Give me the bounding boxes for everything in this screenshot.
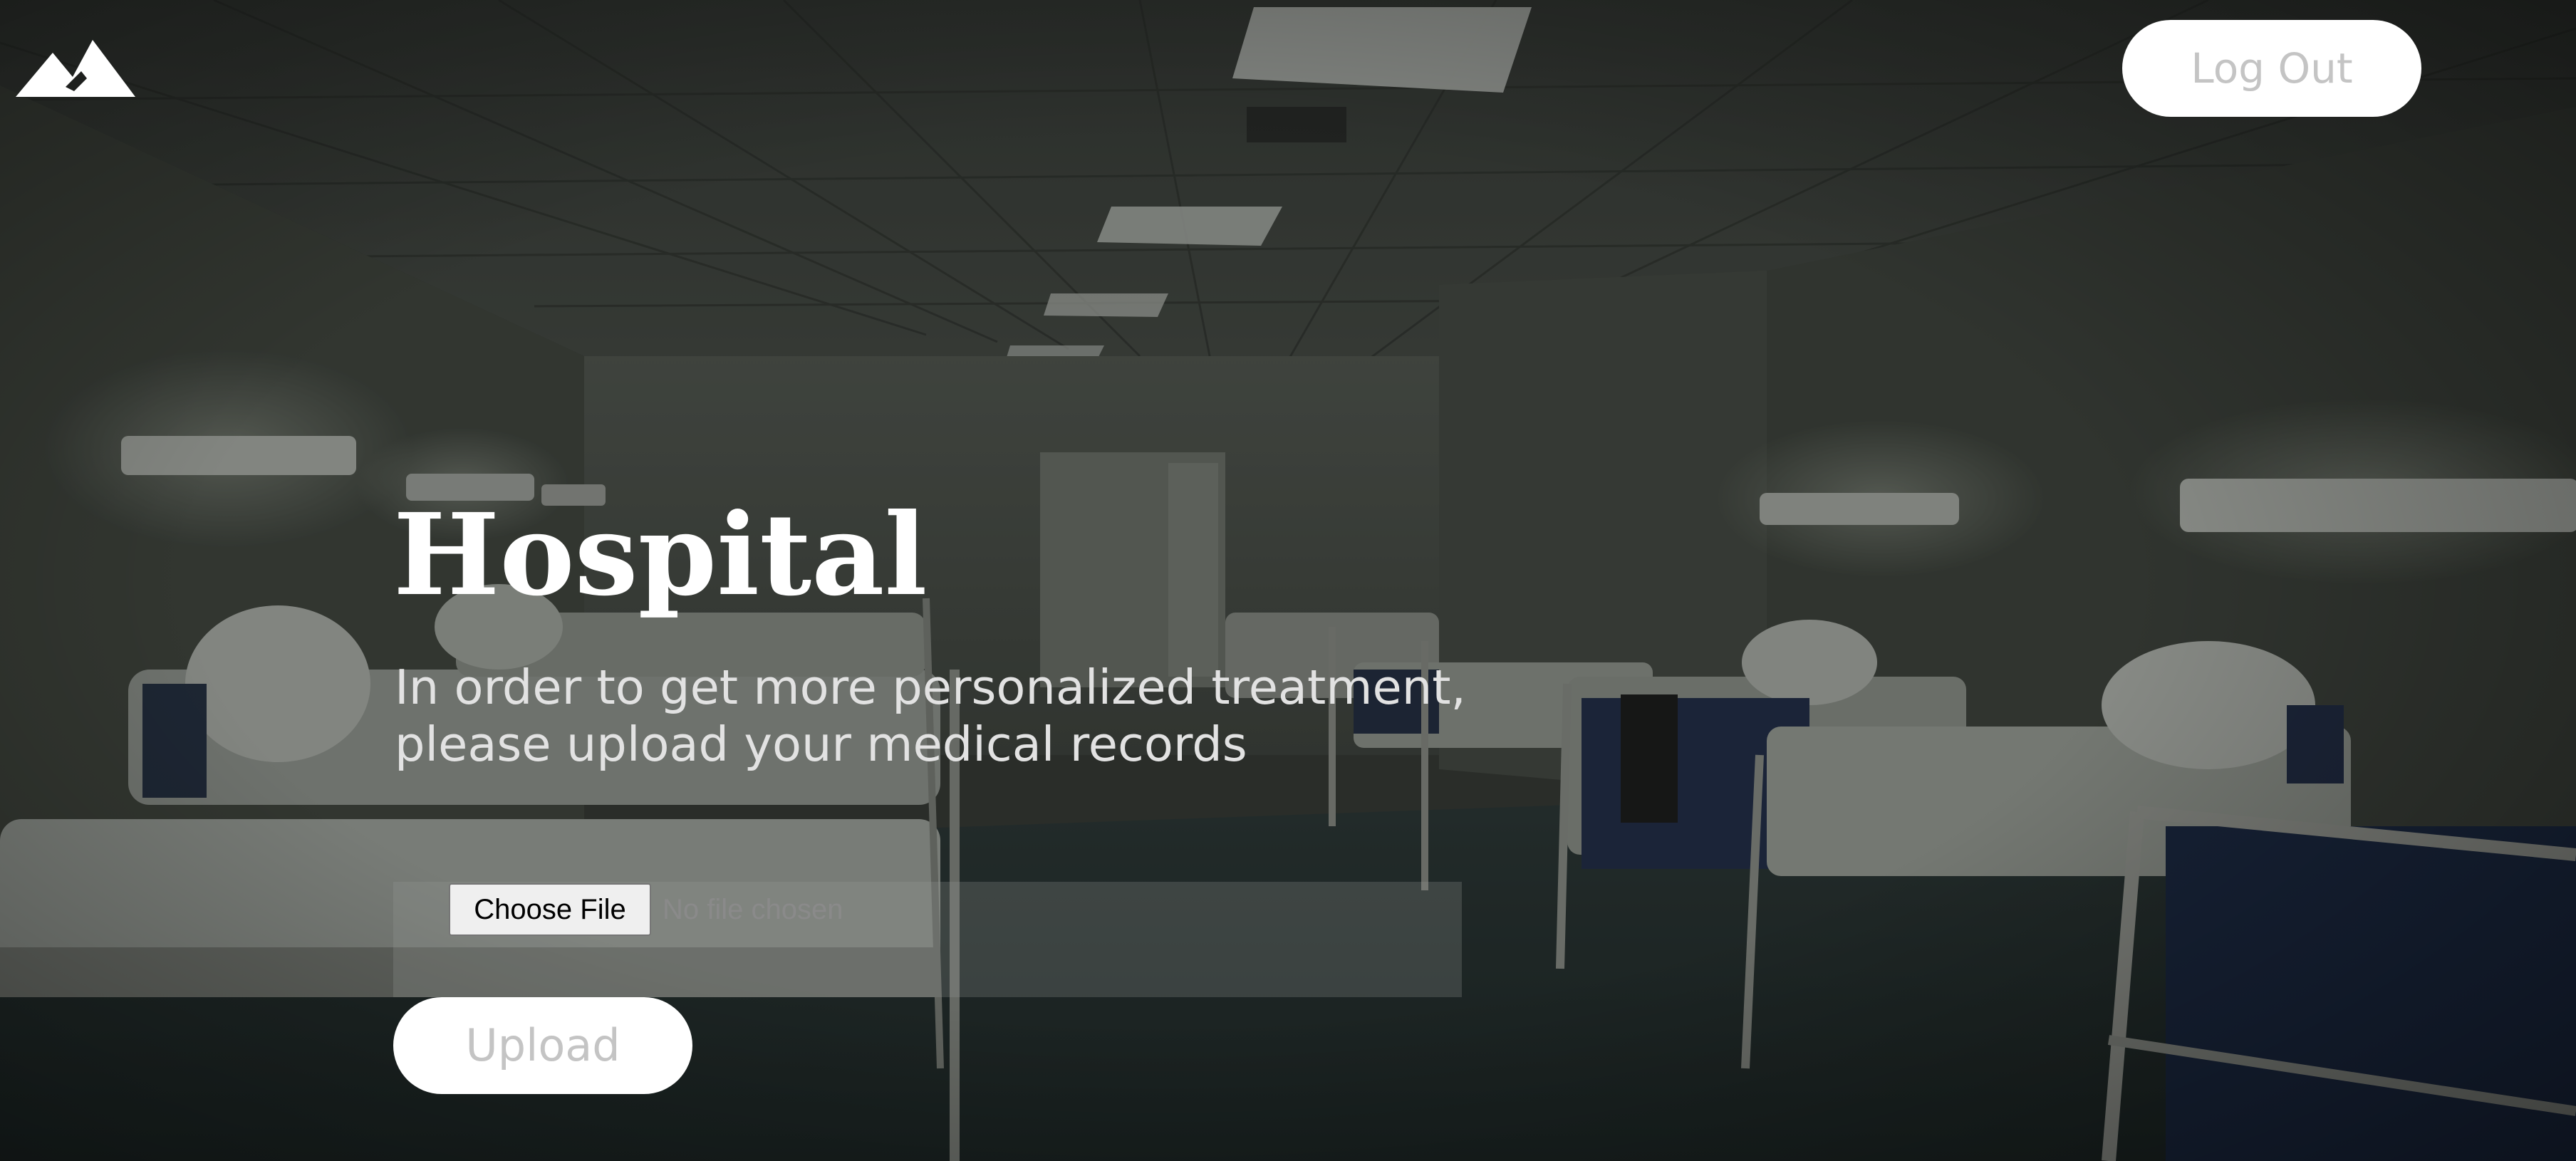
upload-button[interactable]: Upload [393, 997, 692, 1094]
logout-button[interactable]: Log Out [2122, 20, 2421, 117]
subtitle-line-1: In order to get more personalized treatm… [395, 660, 1466, 715]
page-title: Hospital [393, 489, 928, 621]
page-subtitle: In order to get more personalized treatm… [395, 659, 1606, 773]
file-status-text: No file chosen [663, 894, 843, 925]
choose-file-button[interactable]: Choose File [449, 883, 651, 936]
subtitle-line-2: please upload your medical records [395, 717, 1247, 772]
mountain-logo-icon[interactable] [16, 37, 135, 100]
page: Log Out Hospital In order to get more pe… [0, 0, 2576, 1161]
